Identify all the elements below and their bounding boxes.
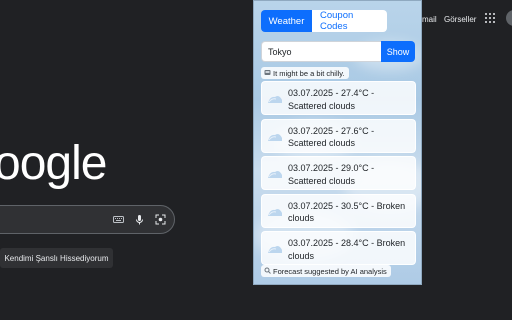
cloud-icon bbox=[267, 205, 283, 217]
cloud-icon bbox=[267, 92, 283, 104]
list-item: 03.07.2025 - 30.5°C - Broken clouds bbox=[261, 193, 416, 228]
tab-bar: Weather Coupon Codes bbox=[261, 10, 387, 32]
feeling-lucky-button[interactable]: Kendimi Şanslı Hissediyorum bbox=[0, 248, 113, 268]
show-button[interactable]: Show bbox=[381, 41, 415, 62]
list-item: 03.07.2025 - 28.4°C - Broken clouds bbox=[261, 231, 416, 265]
forecast-list: 03.07.2025 - 27.4°C - Scattered clouds 0… bbox=[261, 81, 416, 269]
forecast-text: 03.07.2025 - 29.0°C - Scattered clouds bbox=[288, 163, 375, 186]
lens-icon[interactable] bbox=[155, 214, 166, 225]
tab-weather[interactable]: Weather bbox=[261, 10, 312, 32]
forecast-text: 03.07.2025 - 28.4°C - Broken clouds bbox=[288, 238, 406, 261]
microphone-icon[interactable] bbox=[134, 214, 145, 225]
hint-text: It might be a bit chilly. bbox=[273, 68, 345, 78]
keyboard-icon[interactable] bbox=[113, 214, 124, 225]
ai-footer-badge: Forecast suggested by AI analysis bbox=[261, 265, 391, 277]
gmail-link[interactable]: mail bbox=[422, 15, 437, 24]
hint-badge: It might be a bit chilly. bbox=[261, 67, 349, 79]
forecast-text: 03.07.2025 - 27.6°C - Scattered clouds bbox=[288, 125, 375, 149]
magnifier-icon bbox=[264, 267, 271, 276]
apps-grid-icon[interactable] bbox=[485, 13, 495, 23]
cloud-icon bbox=[267, 167, 283, 179]
search-input[interactable] bbox=[0, 205, 175, 234]
forecast-text: 03.07.2025 - 27.4°C - Scattered clouds bbox=[288, 88, 375, 111]
list-item: 03.07.2025 - 27.6°C - Scattered clouds bbox=[261, 118, 416, 153]
avatar[interactable] bbox=[506, 10, 512, 26]
google-logo: oogle bbox=[0, 137, 107, 190]
weather-extension-popup: Weather Coupon Codes Tokyo Show It might… bbox=[253, 0, 422, 285]
cloud-icon bbox=[267, 130, 283, 142]
city-input[interactable]: Tokyo bbox=[261, 41, 381, 62]
thermometer-icon bbox=[264, 69, 271, 78]
list-item: 03.07.2025 - 29.0°C - Scattered clouds bbox=[261, 156, 416, 190]
forecast-text: 03.07.2025 - 30.5°C - Broken clouds bbox=[288, 200, 406, 224]
cloud-icon bbox=[267, 242, 283, 254]
footer-text: Forecast suggested by AI analysis bbox=[273, 266, 387, 276]
list-item: 03.07.2025 - 27.4°C - Scattered clouds bbox=[261, 81, 416, 115]
tab-coupon-codes[interactable]: Coupon Codes bbox=[312, 10, 387, 32]
images-link[interactable]: Görseller bbox=[444, 15, 476, 24]
